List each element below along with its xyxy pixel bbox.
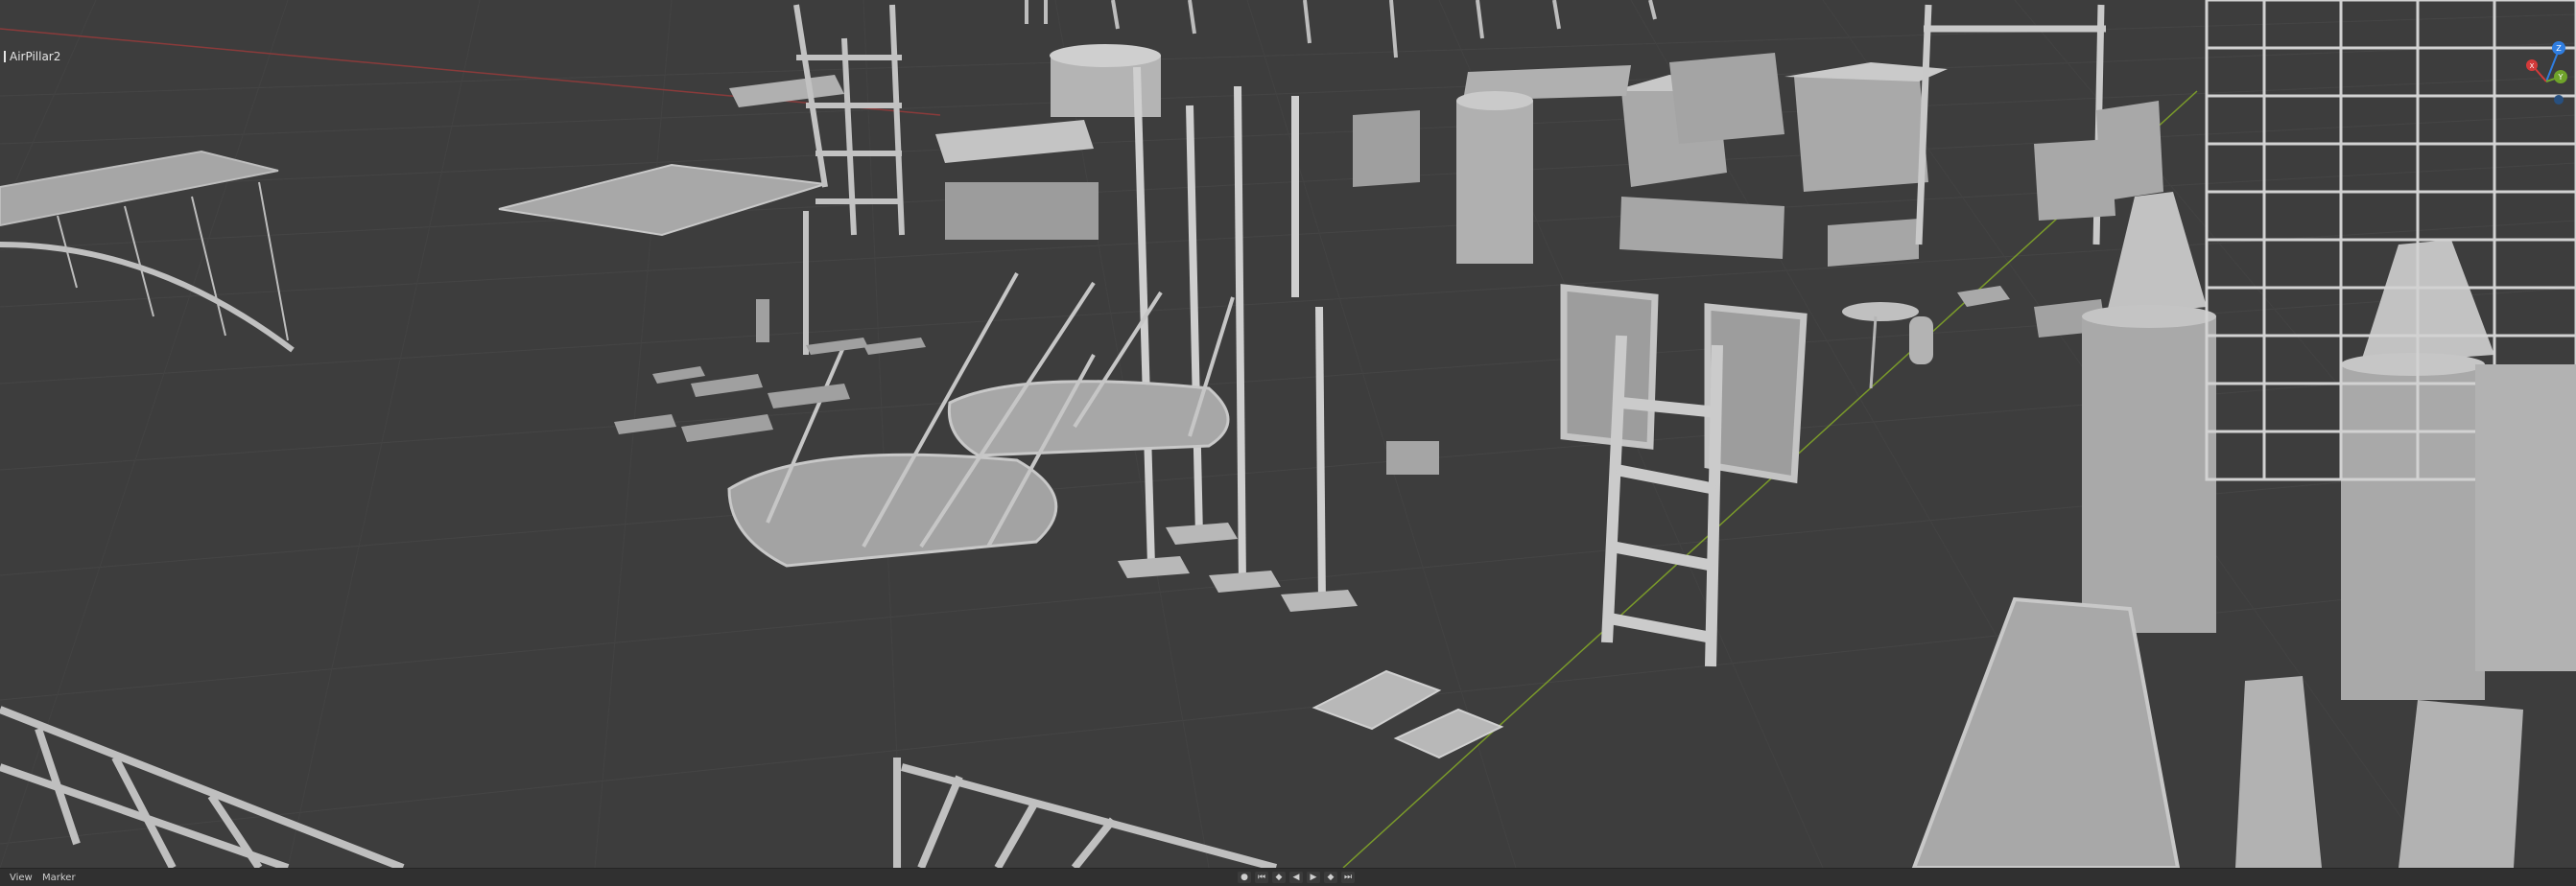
ladder: [1601, 335, 1723, 667]
water-tank: [1050, 44, 1161, 117]
platform-top: [729, 75, 844, 107]
canopy: [935, 120, 1094, 163]
record-icon[interactable]: ●: [1238, 872, 1251, 883]
gizmo-neg-z-icon[interactable]: [2554, 95, 2564, 105]
active-object-label: AirPillar2: [4, 50, 60, 63]
play-reverse-icon[interactable]: ◀: [1289, 872, 1303, 883]
3d-viewport[interactable]: AirPillar2 Z X Y: [0, 0, 2576, 868]
gizmo-x-label: X: [2530, 62, 2535, 70]
scaffold-tower: [793, 4, 905, 355]
gate-frames: [1560, 284, 1808, 484]
scene-render: [0, 0, 2576, 868]
playback-controls: ● ⏮ ◆ ◀ ▶ ◆ ⏭: [1238, 872, 1355, 883]
fence-panels: [1619, 197, 1919, 267]
navigation-gizmo[interactable]: Z X Y: [2522, 38, 2570, 115]
silo: [1456, 91, 1533, 264]
active-object-name: AirPillar2: [10, 50, 61, 63]
tank-base: [945, 182, 1099, 240]
pads: [1312, 669, 1504, 759]
truss-bridge-center: [893, 758, 1278, 868]
bridge-structure: [0, 150, 295, 353]
menu-marker[interactable]: Marker: [42, 873, 76, 883]
engine-left: [2082, 192, 2216, 633]
jump-start-icon[interactable]: ⏮: [1255, 872, 1268, 883]
sheds: [1353, 53, 1948, 192]
next-keyframe-icon[interactable]: ◆: [1324, 872, 1337, 883]
platform: [498, 163, 826, 237]
truss-bridge-left: [0, 706, 405, 868]
menu-view[interactable]: View: [10, 873, 33, 883]
play-icon[interactable]: ▶: [1307, 872, 1320, 883]
jump-end-icon[interactable]: ⏭: [1341, 872, 1355, 883]
pyramid-base: [1911, 596, 2181, 868]
timeline-header: View Marker ● ⏮ ◆ ◀ ▶ ◆ ⏭: [0, 868, 2576, 886]
light-poles: [1133, 66, 1326, 605]
gizmo-z-label: Z: [2556, 44, 2562, 53]
gizmo-y-label: Y: [2558, 73, 2564, 82]
label-bar: [4, 51, 6, 62]
scattered-panels: [614, 299, 926, 442]
prev-keyframe-icon[interactable]: ◆: [1272, 872, 1286, 883]
